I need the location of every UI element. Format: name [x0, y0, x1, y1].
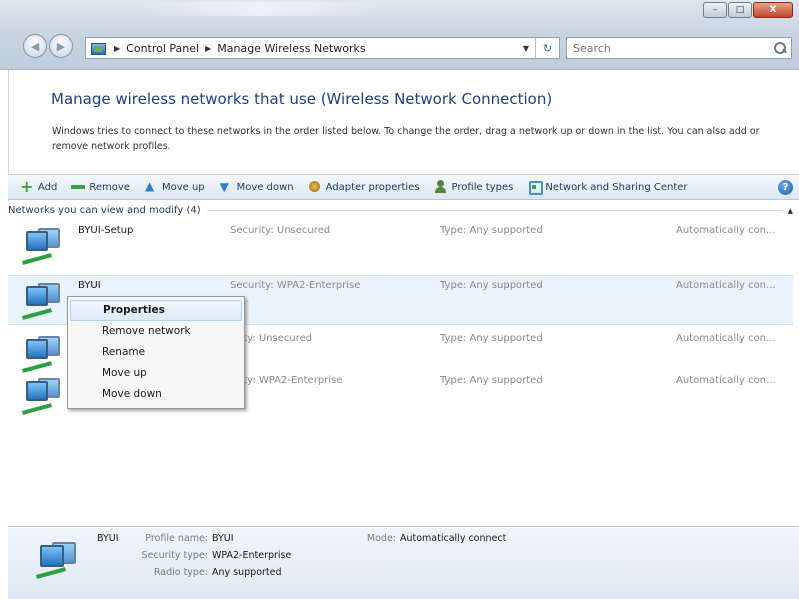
network-mode: Automatically con...	[676, 333, 776, 344]
network-name: BYUI	[78, 280, 101, 291]
remove-icon	[71, 180, 86, 194]
back-arrow-icon: ◀	[30, 39, 40, 53]
page-title: Manage wireless networks that use (Wirel…	[51, 90, 553, 108]
move-up-button[interactable]: Move up	[144, 179, 205, 194]
profile-types-button[interactable]: Profile types	[434, 180, 514, 194]
network-type: Type: Any supported	[440, 280, 543, 291]
network-center-label: Network and Sharing Center	[545, 181, 688, 193]
menu-item-move-up[interactable]: Move up	[70, 363, 242, 384]
mode-value: Automatically connect	[400, 533, 507, 544]
network-type: Type: Any supported	[440, 225, 543, 236]
breadcrumb-arrow-icon[interactable]: ▶	[205, 44, 211, 53]
search-icon[interactable]	[773, 41, 787, 55]
wireless-network-icon	[21, 336, 62, 375]
network-name: BYUI-Setup	[78, 225, 134, 236]
add-icon	[20, 177, 34, 196]
adapter-properties-button[interactable]: Adapter properties	[308, 180, 420, 194]
refresh-icon[interactable]: ↻	[535, 38, 559, 58]
collapse-icon[interactable]: ▲	[788, 207, 793, 215]
minimize-button[interactable]: –	[703, 2, 727, 18]
menu-item-remove-network[interactable]: Remove network	[70, 321, 242, 342]
adapter-icon	[308, 180, 322, 194]
adapter-properties-label: Adapter properties	[325, 181, 420, 193]
wireless-network-icon	[21, 228, 62, 267]
remove-button[interactable]: Remove	[71, 180, 130, 194]
window-titlebar: – □ X ◀ ▶ ▶ Control Panel ▶ Manage Wirel…	[0, 0, 799, 70]
profile-name-value: BYUI	[212, 533, 234, 544]
security-type-value: WPA2-Enterprise	[212, 550, 292, 561]
group-divider	[206, 210, 782, 211]
list-item[interactable]: BYUI-Setup Security: Unsecured Type: Any…	[8, 221, 793, 271]
menu-item-properties[interactable]: Properties	[70, 300, 242, 321]
details-network-name: BYUI	[97, 533, 119, 544]
network-icon	[527, 180, 544, 195]
wireless-network-icon	[35, 542, 82, 585]
address-bar[interactable]: ▶ Control Panel ▶ Manage Wireless Networ…	[85, 37, 560, 59]
control-panel-icon	[90, 41, 108, 55]
wireless-network-icon	[21, 283, 62, 322]
back-button[interactable]: ◀	[23, 34, 47, 58]
radio-type-value: Any supported	[212, 567, 282, 578]
details-pane: BYUI Profile name: BYUI Security type: W…	[8, 526, 799, 599]
title-glass-highlight	[130, 2, 390, 16]
breadcrumb-manage-wireless[interactable]: Manage Wireless Networks	[217, 42, 365, 55]
breadcrumb-arrow-icon[interactable]: ▶	[114, 44, 120, 53]
add-button[interactable]: Add	[20, 177, 58, 196]
profile-types-label: Profile types	[451, 181, 514, 193]
window-controls: – □ X	[702, 2, 793, 18]
menu-item-move-down[interactable]: Move down	[70, 384, 242, 405]
context-menu: Properties Remove network Rename Move up…	[67, 296, 245, 409]
user-profile-icon	[434, 180, 448, 194]
network-mode: Automatically con...	[676, 375, 776, 386]
network-mode: Automatically con...	[676, 225, 776, 236]
forward-arrow-icon: ▶	[56, 39, 66, 53]
group-header[interactable]: Networks you can view and modify (4) ▲	[8, 205, 793, 216]
security-type-label: Security type:	[141, 550, 208, 561]
add-label: Add	[38, 181, 58, 193]
help-icon[interactable]: ?	[778, 180, 793, 195]
search-input[interactable]	[573, 41, 773, 55]
wireless-network-icon	[21, 378, 62, 417]
network-security: Security: WPA2-Enterprise	[230, 280, 361, 291]
address-dropdown-icon[interactable]: ▼	[517, 44, 535, 53]
command-toolbar: Add Remove Move up Move down Adapter pro…	[8, 174, 799, 200]
network-type: Type: Any supported	[440, 375, 543, 386]
radio-type-label: Radio type:	[153, 567, 208, 578]
profile-name-label: Profile name:	[145, 533, 208, 544]
menu-item-rename[interactable]: Rename	[70, 342, 242, 363]
arrow-up-icon	[144, 179, 158, 194]
network-mode: Automatically con...	[676, 280, 776, 291]
close-button[interactable]: X	[753, 2, 793, 18]
page-description: Windows tries to connect to these networ…	[52, 126, 760, 152]
network-security: urity: WPA2-Enterprise	[230, 375, 343, 386]
remove-label: Remove	[89, 181, 130, 193]
mode-label: Mode:	[366, 533, 396, 544]
arrow-down-icon	[219, 180, 233, 194]
network-type: Type: Any supported	[440, 333, 543, 344]
group-header-label: Networks you can view and modify (4)	[8, 205, 201, 216]
move-down-button[interactable]: Move down	[219, 180, 294, 194]
move-up-label: Move up	[161, 181, 205, 193]
maximize-button[interactable]: □	[728, 2, 752, 18]
search-box[interactable]	[566, 37, 792, 59]
network-security: Security: Unsecured	[230, 225, 331, 236]
move-down-label: Move down	[236, 181, 294, 193]
network-sharing-center-button[interactable]: Network and Sharing Center	[527, 180, 688, 195]
forward-button[interactable]: ▶	[49, 34, 73, 58]
breadcrumb-control-panel[interactable]: Control Panel	[126, 42, 199, 55]
